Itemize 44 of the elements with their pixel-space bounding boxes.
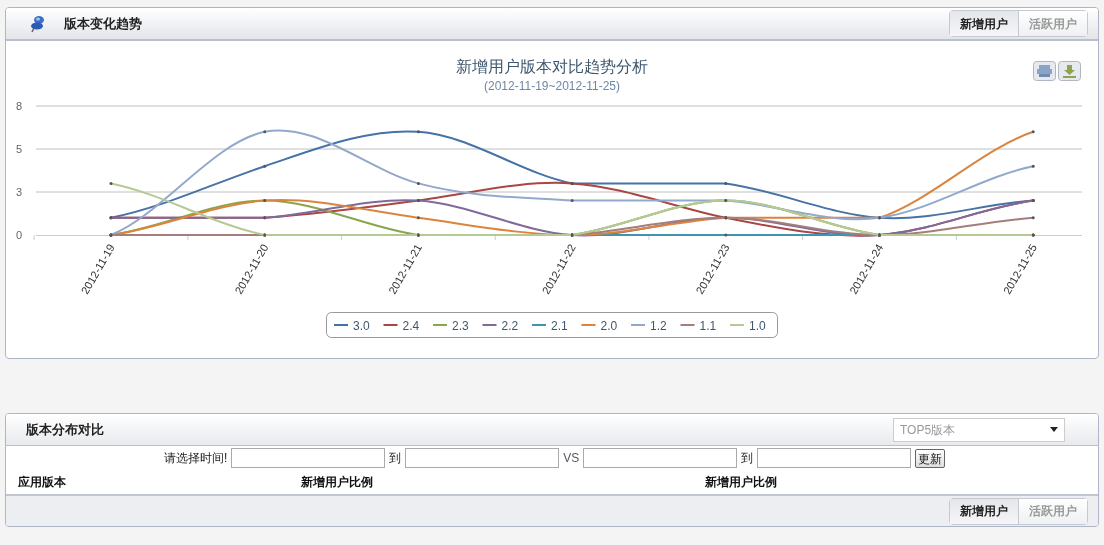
date-field[interactable] <box>405 448 560 468</box>
panel-title: 版本变化趋势 <box>64 14 142 33</box>
legend-label: 1.0 <box>749 318 767 333</box>
legend-label: 1.2 <box>650 318 668 333</box>
legend-item[interactable]: 1.2 <box>630 318 667 333</box>
legend-item[interactable]: 2.2 <box>481 318 519 333</box>
caret-icon <box>1050 427 1058 432</box>
column-header: 新增用户比例 <box>705 474 777 491</box>
column-header: 应用版本 <box>17 474 67 491</box>
pushpin-icon <box>30 14 46 33</box>
legend-label: 1.1 <box>699 318 717 333</box>
legend-label: 2.2 <box>501 318 519 333</box>
legend-item[interactable]: 3.0 <box>333 318 370 333</box>
filter-label: 请选择时间! <box>164 450 228 467</box>
separator-label: 到 <box>389 450 402 467</box>
tab[interactable]: 新增用户 <box>950 498 1019 524</box>
legend-item[interactable]: 1.0 <box>729 318 766 333</box>
separator-label: 到 <box>741 450 754 467</box>
date-field[interactable] <box>583 448 738 468</box>
legend-item[interactable]: 1.1 <box>679 318 717 333</box>
vs-label: VS <box>563 450 580 467</box>
date-field[interactable] <box>757 448 912 468</box>
legend-item[interactable]: 2.1 <box>531 318 568 333</box>
y-tick-label: 0 <box>15 229 23 241</box>
panel-title: 版本分布对比 <box>26 420 104 439</box>
legend-label: 3.0 <box>353 318 371 333</box>
legend-label: 2.1 <box>551 318 569 333</box>
date-field[interactable] <box>231 448 386 468</box>
tab[interactable]: 新增用户 <box>950 11 1019 36</box>
chart-title: 新增用户版本对比趋势分析 <box>456 58 648 75</box>
legend-label: 2.3 <box>452 318 470 333</box>
download-button[interactable] <box>1058 61 1081 81</box>
legend-item[interactable]: 2.4 <box>382 318 420 333</box>
update-button[interactable]: 更新 <box>915 448 946 468</box>
y-tick-label: 3 <box>15 186 23 198</box>
print-button[interactable] <box>1033 61 1056 81</box>
legend-item[interactable]: 2.3 <box>432 318 469 333</box>
chart-subtitle: (2012-11-19~2012-11-25) <box>484 79 620 93</box>
column-header: 新增用户比例 <box>301 474 374 491</box>
legend-label: 2.4 <box>402 318 420 333</box>
y-tick-label: 8 <box>15 100 23 112</box>
legend-item[interactable]: 2.0 <box>580 318 618 333</box>
y-tick-label: 5 <box>15 143 23 155</box>
legend-label: 2.0 <box>600 318 618 333</box>
